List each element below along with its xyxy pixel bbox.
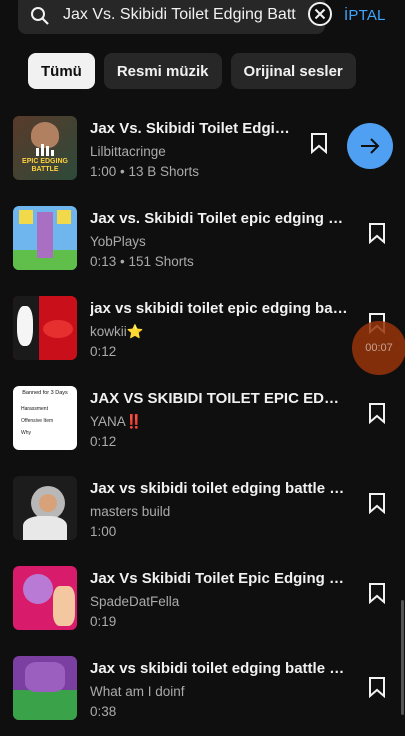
channel-name[interactable]: What am I doinf (90, 684, 185, 699)
list-item[interactable]: Jax vs. Skibidi Toilet epic edging battl… (0, 206, 405, 286)
list-item[interactable]: jax vs skibidi toilet epic edging battle… (0, 296, 405, 376)
thumbnail-text: EPIC EDGING BATTLE (22, 158, 68, 173)
video-meta: 0:38 (90, 704, 117, 719)
thumbnail[interactable] (13, 296, 77, 360)
list-item[interactable]: Jax vs skibidi toilet edging battle s...… (0, 656, 405, 736)
audio-bars-icon (36, 144, 56, 156)
thumbnail-text: Banned for 3 Days (22, 390, 68, 396)
video-meta: 0:12 (90, 344, 117, 359)
video-title[interactable]: Jax vs skibidi toilet edging battle (mem… (90, 480, 348, 497)
chip-original-sounds[interactable]: Orijinal sesler (230, 53, 356, 89)
video-title[interactable]: jax vs skibidi toilet epic edging battle (90, 300, 348, 317)
thumbnail[interactable]: EPIC EDGING BATTLE (13, 116, 77, 180)
chip-official-music[interactable]: Resmi müzik (103, 53, 222, 89)
thumbnail-text: Why (21, 430, 31, 436)
thumbnail[interactable] (13, 206, 77, 270)
thumbnail[interactable] (13, 476, 77, 540)
bookmark-icon[interactable] (367, 222, 387, 244)
clear-icon[interactable] (307, 1, 333, 27)
scrollbar[interactable] (401, 600, 404, 715)
timer-overlay: 00:07 (352, 321, 405, 375)
bookmark-icon[interactable] (367, 582, 387, 604)
bookmark-icon[interactable] (367, 492, 387, 514)
video-meta: 1:00 (90, 524, 117, 539)
thumbnail[interactable]: Banned for 3 Days Harassment Offensive I… (13, 386, 77, 450)
video-title[interactable]: Jax vs. Skibidi Toilet epic edging battl… (90, 210, 348, 227)
thumbnail[interactable] (13, 656, 77, 720)
video-meta: 0:12 (90, 434, 117, 449)
video-title[interactable]: JAX VS SKIBIDI TOILET EPIC EDGING BATTLE (90, 390, 348, 407)
cancel-button[interactable]: İPTAL (344, 7, 386, 24)
bookmark-icon[interactable] (367, 402, 387, 424)
search-icon (31, 7, 49, 25)
bookmark-icon[interactable] (309, 132, 329, 154)
channel-name[interactable]: YANA‼️ (90, 414, 143, 430)
channel-name[interactable]: YobPlays (90, 234, 146, 249)
channel-name[interactable]: SpadeDatFella (90, 594, 179, 609)
thumbnail-text: Offensive Item (21, 418, 54, 424)
video-title[interactable]: Jax Vs Skibidi Toilet Epic Edging Battle (90, 570, 348, 587)
video-meta: 0:13 • 151 Shorts (90, 254, 194, 269)
thumbnail-text: Harassment (21, 406, 48, 412)
bookmark-icon[interactable] (367, 676, 387, 698)
filter-chips: Tümü Resmi müzik Orijinal sesler (28, 53, 356, 89)
list-item[interactable]: Banned for 3 Days Harassment Offensive I… (0, 386, 405, 466)
chip-all[interactable]: Tümü (28, 53, 95, 89)
list-item[interactable]: EPIC EDGING BATTLE Jax Vs. Skibidi Toile… (0, 116, 405, 196)
open-button[interactable] (347, 123, 393, 169)
video-meta: 1:00 • 13 B Shorts (90, 164, 200, 179)
channel-name[interactable]: masters build (90, 504, 170, 519)
video-title[interactable]: Jax vs skibidi toilet edging battle s... (90, 660, 348, 677)
channel-name[interactable]: kowkii⭐ (90, 324, 144, 340)
channel-name[interactable]: Lilbittacringe (90, 144, 166, 159)
video-title[interactable]: Jax Vs. Skibidi Toilet Edging Battle (90, 120, 290, 137)
search-bar[interactable]: Jax Vs. Skibidi Toilet Edging Battle (18, 0, 332, 34)
arrow-right-icon (361, 138, 380, 154)
search-input[interactable]: Jax Vs. Skibidi Toilet Edging Battle (63, 6, 296, 24)
thumbnail[interactable] (13, 566, 77, 630)
list-item[interactable]: Jax Vs Skibidi Toilet Epic Edging Battle… (0, 566, 405, 646)
list-item[interactable]: Jax vs skibidi toilet edging battle (mem… (0, 476, 405, 556)
video-meta: 0:19 (90, 614, 117, 629)
